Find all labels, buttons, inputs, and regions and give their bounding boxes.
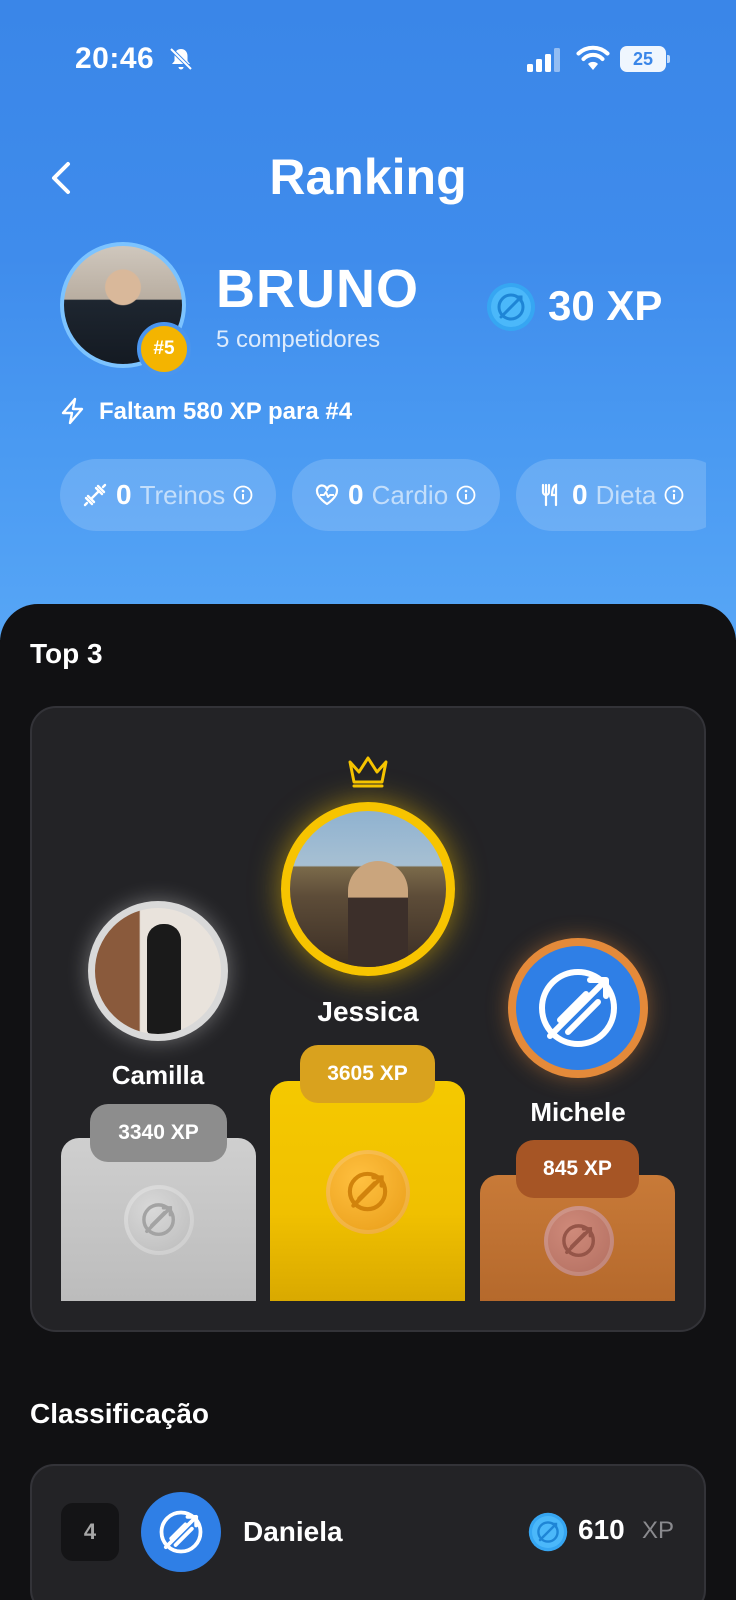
battery-tip [667,55,670,63]
stat-value: 0 [348,479,364,510]
status-time: 20:46 [75,42,155,75]
third-place-xp: 845 XP [516,1140,639,1198]
avatar-photo [147,924,181,1034]
bronze-coin-icon [544,1206,614,1276]
coin-logo-icon [562,1224,596,1258]
first-place-avatar[interactable] [281,802,455,976]
xp-coin-icon [528,1512,568,1552]
wifi-icon [576,45,610,70]
second-place-xp: 3340 XP [90,1104,227,1162]
competitors-count: 5 competidores [216,326,381,353]
stats-chips-row[interactable]: 0 Treinos 0 Cardio 0 Dieta [60,459,706,531]
user-name: BRUNO [216,259,419,319]
ranking-avatar[interactable] [141,1492,221,1572]
fork-knife-icon [541,483,558,507]
user-xp-total: 30 XP [548,282,663,329]
stat-label: Cardio [371,479,449,510]
gold-coin-icon [326,1150,410,1234]
battery-level: 25 [620,46,666,72]
silver-coin-icon [124,1185,194,1255]
third-place-avatar[interactable] [508,938,648,1078]
stat-label: Treinos [139,479,226,510]
ranking-position: 4 [61,1503,119,1561]
top3-heading: Top 3 [30,638,103,669]
coin-logo-icon [142,1203,176,1237]
xp-coin-icon [487,283,535,331]
lightning-icon [61,397,84,425]
ranking-name: Daniela [243,1516,343,1547]
battery-indicator: 25 [620,46,670,72]
next-rank-goal: Faltam 580 XP para #4 [99,398,353,425]
info-icon[interactable] [664,485,684,505]
stat-chip-cardio[interactable]: 0 Cardio [292,459,500,531]
dumbbell-icon [83,483,107,507]
page-title: Ranking [269,149,467,205]
info-icon[interactable] [233,485,253,505]
crown-icon [348,756,388,788]
second-place-name: Camilla [111,1060,205,1090]
ranking-xp-unit: XP [642,1517,675,1544]
first-place-name: Jessica [317,996,419,1027]
heart-pulse-icon [315,484,339,506]
app-logo-icon [539,969,617,1047]
third-place-name: Michele [530,1097,626,1127]
second-place-avatar[interactable] [88,901,228,1041]
bell-muted-icon [169,47,193,71]
classification-heading: Classificação [30,1398,209,1429]
user-rank-badge: #5 [137,322,191,376]
stat-chip-dieta[interactable]: 0 Dieta [516,459,706,531]
app-logo-icon [159,1510,203,1554]
stat-value: 0 [116,479,132,510]
stat-chip-treinos[interactable]: 0 Treinos [60,459,276,531]
stat-value: 0 [572,479,588,510]
cellular-signal-icon [527,48,560,72]
first-place-xp: 3605 XP [300,1045,435,1103]
stat-label: Dieta [595,479,657,510]
coin-logo-icon [348,1172,388,1212]
avatar-photo [348,861,408,967]
info-icon[interactable] [456,485,476,505]
ranking-xp: 610 [578,1514,625,1545]
